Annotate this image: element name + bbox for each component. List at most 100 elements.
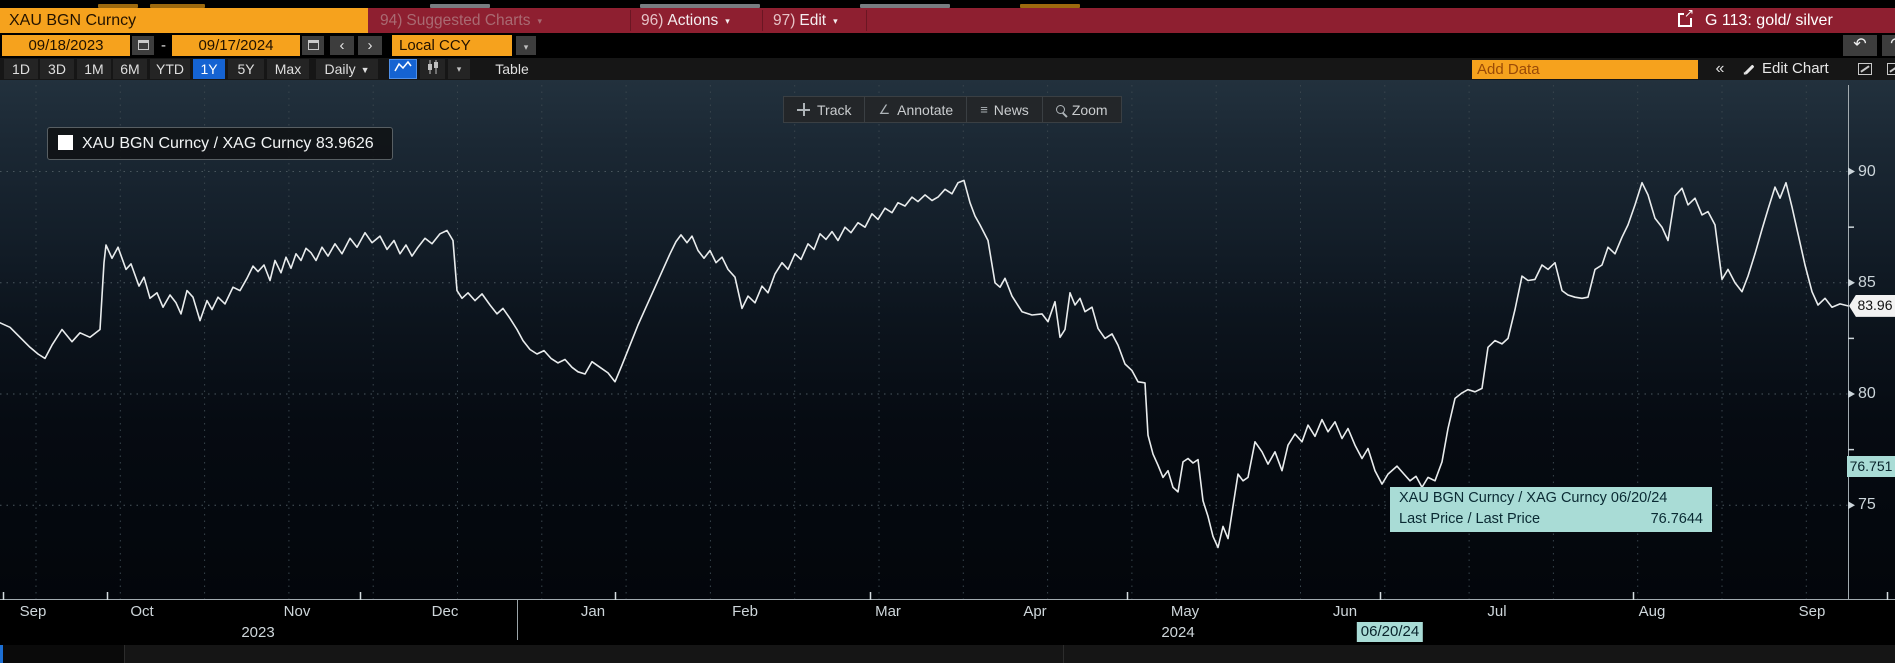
- year-label: 2023: [241, 624, 275, 641]
- bottom-panel-edge: [0, 645, 1895, 663]
- annotate-icon: ∠: [878, 101, 891, 117]
- month-label: Sep: [1798, 603, 1826, 620]
- y-tick-arrow: [1848, 501, 1855, 510]
- annotate-button[interactable]: ∠ Annotate: [865, 97, 966, 122]
- track-button[interactable]: Track: [784, 97, 864, 122]
- month-label: Aug: [1638, 603, 1666, 620]
- currency-select[interactable]: Local CCY: [392, 35, 512, 56]
- crosshair-icon: [797, 103, 810, 116]
- tooltip-field-label: Last Price / Last Price: [1399, 511, 1541, 527]
- redo-button[interactable]: ↷: [1882, 35, 1895, 56]
- chevron-down-icon: ▾: [456, 64, 462, 74]
- news-icon: ≡: [980, 102, 988, 117]
- month-label: Nov: [283, 603, 311, 620]
- start-date-input[interactable]: 09/18/2023: [2, 35, 130, 56]
- chart-title-label: G 113: gold/ silver: [1705, 12, 1833, 29]
- date-range-row: 09/18/2023 - 09/17/2024 ‹ › Local CCY ▾ …: [0, 33, 1895, 58]
- last-price-marker: 83.96: [1849, 294, 1895, 317]
- period-button-max[interactable]: Max: [267, 59, 309, 79]
- panel-divider: [1063, 645, 1064, 663]
- tracking-tooltip: XAU BGN Curncy / XAG Curncy 06/20/24 Las…: [1390, 487, 1712, 532]
- shift-range-forward-button[interactable]: ›: [358, 36, 382, 55]
- start-date-calendar-button[interactable]: [132, 36, 154, 55]
- magnifier-icon: [1055, 105, 1065, 114]
- chevron-down-icon: ▾: [833, 16, 838, 26]
- year-label: 2024: [1161, 624, 1195, 641]
- undo-button[interactable]: ↶: [1843, 35, 1877, 56]
- news-button[interactable]: ≡ News: [967, 97, 1042, 122]
- month-label: May: [1170, 603, 1200, 620]
- line-chart-type-button[interactable]: [389, 59, 417, 79]
- y-tick-arrow: [1848, 390, 1855, 398]
- shift-range-back-button[interactable]: ‹: [330, 36, 354, 55]
- month-label: Dec: [431, 603, 459, 620]
- y-tick-arrow: [1848, 167, 1855, 176]
- currency-dropdown-button[interactable]: ▾: [516, 36, 536, 55]
- bloomberg-chart-window: XAU BGN Curncy 94) Suggested Charts ▾ 96) Ac…: [0, 0, 1895, 663]
- table-button[interactable]: Table: [482, 59, 542, 79]
- period-button-ytd[interactable]: YTD: [150, 59, 190, 79]
- security-input[interactable]: XAU BGN Curncy: [0, 8, 368, 33]
- y-axis-label: 85: [1858, 273, 1876, 291]
- line-chart-icon: [394, 60, 412, 72]
- chevron-down-icon: ▼: [360, 65, 370, 75]
- zoom-button[interactable]: Zoom: [1043, 97, 1121, 122]
- add-data-input[interactable]: [1472, 60, 1698, 79]
- frequency-select[interactable]: Daily ▼: [316, 59, 378, 79]
- period-button-1y[interactable]: 1Y: [193, 59, 225, 79]
- focus-edge: [0, 645, 3, 663]
- month-label: Sep: [19, 603, 47, 620]
- pencil-icon: [1744, 64, 1755, 75]
- period-button-1m[interactable]: 1M: [77, 59, 111, 79]
- collapse-panel-button[interactable]: «: [1706, 59, 1734, 79]
- menu-item-label: Edit: [799, 12, 827, 29]
- chart-settings-icon-button[interactable]: [1852, 59, 1878, 79]
- series-legend[interactable]: XAU BGN Curncy / XAG Curncy 83.9626: [47, 127, 393, 160]
- menu-item-suggested-charts[interactable]: 94) Suggested Charts ▾: [380, 8, 542, 33]
- period-button-5y[interactable]: 5Y: [228, 59, 264, 79]
- chart-type-dropdown-button[interactable]: ▾: [448, 59, 470, 79]
- month-label: Oct: [130, 603, 154, 620]
- panel-divider: [124, 645, 125, 663]
- bottom-panel-segment: [0, 645, 124, 663]
- series-swatch-icon: [58, 135, 73, 150]
- candlestick-chart-type-button[interactable]: [420, 59, 445, 79]
- y-tick-arrow: [1848, 278, 1855, 287]
- y-axis-label: 90: [1858, 162, 1876, 180]
- period-button-3d[interactable]: 3D: [40, 59, 74, 79]
- launch-external-icon[interactable]: ↗: [1678, 7, 1694, 27]
- menu-item-actions[interactable]: 96) Actions ▾: [641, 8, 730, 33]
- chevron-down-icon: ▾: [725, 16, 730, 26]
- menu-item-edit[interactable]: 97) Edit ▾: [773, 8, 838, 33]
- menu-item-number: 97): [773, 12, 796, 29]
- month-label: Feb: [732, 603, 758, 620]
- menu-item-label: Actions: [667, 12, 719, 29]
- chart-edit-icon: [1858, 63, 1872, 75]
- year-divider-line: [517, 600, 518, 640]
- period-button-6m[interactable]: 6M: [113, 59, 147, 79]
- month-label: Jun: [1332, 603, 1358, 620]
- month-label: Mar: [875, 603, 901, 620]
- menu-item-number: 94): [380, 12, 403, 29]
- menu-divider: [866, 10, 867, 31]
- chart-toolbar-row: 1D3D1M6MYTD1Y5YMax Daily▼ ▾ Table « Edit…: [0, 58, 1895, 80]
- chevron-down-icon: ▾: [523, 42, 529, 52]
- calendar-icon: [137, 40, 149, 50]
- end-date-input[interactable]: 09/17/2024: [172, 35, 300, 56]
- candlestick-icon: [427, 60, 438, 74]
- series-last-value: 83.9626: [315, 135, 374, 152]
- series-name: XAU BGN Curncy / XAG Curncy: [82, 135, 312, 152]
- y-axis-label: 75: [1858, 496, 1876, 514]
- chart-tools-bar: Track ∠ Annotate ≡ News Zoom: [783, 96, 1122, 123]
- clipped-toolbar-button[interactable]: [1884, 59, 1895, 79]
- tracked-price-marker: 76.751: [1847, 456, 1895, 478]
- chart-area[interactable]: XAU BGN Curncy / XAG Curncy 83.9626 Trac…: [0, 80, 1895, 600]
- x-axis: Sep Oct Nov Dec Jan Feb Mar Apr May Jun Jul Aug Sep …: [0, 600, 1895, 645]
- month-label: Jul: [1487, 603, 1507, 620]
- month-label: Jan: [580, 603, 606, 620]
- calendar-icon: [307, 40, 319, 50]
- tooltip-field-value: 76.7644: [1650, 511, 1703, 527]
- edit-chart-button[interactable]: Edit Chart: [1744, 59, 1829, 79]
- period-button-1d[interactable]: 1D: [4, 59, 38, 79]
- end-date-calendar-button[interactable]: [302, 36, 324, 55]
